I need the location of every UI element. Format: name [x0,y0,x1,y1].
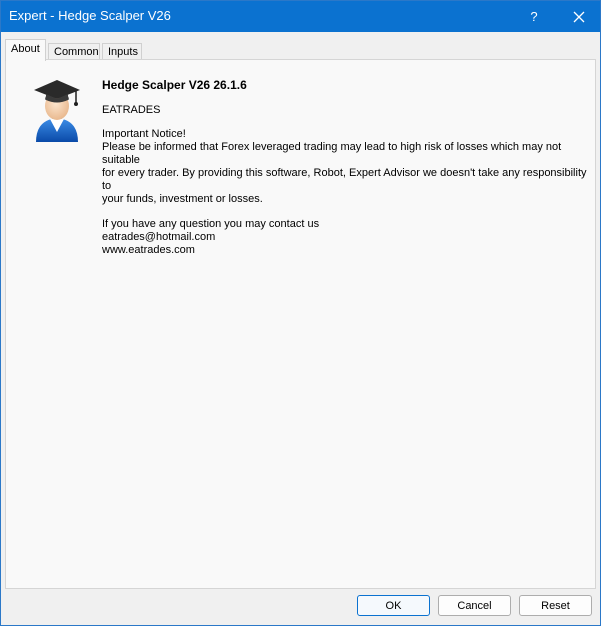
reset-button[interactable]: Reset [519,595,592,616]
dialog-footer: OK Cancel Reset [1,590,600,625]
close-button[interactable] [561,1,597,32]
cancel-button[interactable]: Cancel [438,595,511,616]
title-bar[interactable]: Expert - Hedge Scalper V26 ? [1,1,600,32]
notice-title: Important Notice! [102,128,186,140]
expert-dialog: Expert - Hedge Scalper V26 ? About Commo… [0,0,601,626]
about-panel: Hedge Scalper V26 26.1.6 EATRADES Import… [5,59,596,589]
notice-line-1: Please be informed that Forex leveraged … [102,141,562,166]
graduate-avatar-icon [34,80,80,142]
close-icon [573,11,585,22]
tab-about[interactable]: About [5,39,46,61]
company-name: EATRADES [102,104,161,116]
contact-intro: If you have any question you may contact… [102,218,320,230]
help-button[interactable]: ? [517,1,551,32]
about-content: Hedge Scalper V26 26.1.6 EATRADES Import… [102,78,592,257]
contact-website: www.eatrades.com [102,244,195,256]
notice-line-3: your funds, investment or losses. [102,193,263,205]
tab-inputs[interactable]: Inputs [102,43,142,60]
tab-common[interactable]: Common [48,43,100,60]
notice-line-2: for every trader. By providing this soft… [102,167,587,192]
contact-email: eatrades@hotmail.com [102,231,216,243]
product-heading: Hedge Scalper V26 26.1.6 [102,78,247,92]
window-title: Expert - Hedge Scalper V26 [9,8,171,23]
ok-button[interactable]: OK [357,595,430,616]
